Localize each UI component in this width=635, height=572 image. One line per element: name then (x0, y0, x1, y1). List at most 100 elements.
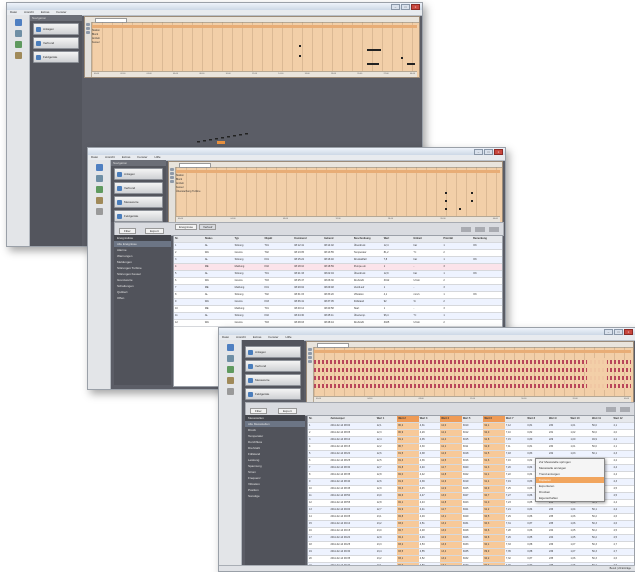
nav-button[interactable]: Feldgeräte (114, 210, 163, 222)
table-row[interactable]: 2 2011-02-14 08:05 12,3 80,9 4,29 12,2 3012 92,… (308, 430, 634, 437)
column-header[interactable]: Wert 7 (505, 416, 527, 422)
nav-button[interactable]: Feldgeräte (33, 51, 79, 63)
column-header[interactable]: Wert 11 (591, 416, 613, 422)
nav-button[interactable]: Anlagen (245, 346, 301, 358)
column-header[interactable]: Typ (234, 236, 264, 242)
sidebar-item[interactable] (219, 355, 241, 362)
context-menu-item[interactable]: Eigenschaften (536, 495, 604, 501)
column-header[interactable]: Zeitstempel (330, 416, 376, 422)
page-button[interactable] (461, 227, 471, 232)
home-icon[interactable] (170, 180, 174, 183)
page-button[interactable] (606, 407, 616, 412)
table-row[interactable]: 5 2011-02-14 08:20 12,6 81,5 4,38 12,6 3018 91,… (308, 451, 634, 458)
page-button[interactable] (475, 227, 485, 232)
column-header[interactable]: Wert 1 (376, 416, 398, 422)
pan-icon[interactable] (308, 352, 312, 355)
sidebar-item[interactable] (7, 19, 29, 26)
export-button[interactable]: Export (278, 408, 297, 414)
filter-icon[interactable] (170, 176, 174, 179)
pan-icon[interactable] (86, 27, 90, 30)
table-row[interactable]: 3 2011-02-14 08:10 12,4 81,2 4,35 12,4 3015 91,… (308, 437, 634, 444)
filter-icon[interactable] (86, 31, 90, 34)
export-button[interactable]: Export (145, 228, 164, 234)
column-header[interactable]: Wert 5 (462, 416, 484, 422)
table-row[interactable]: 4 2011-02-14 08:15 12,2 80,7 4,30 12,1 3011 91,… (308, 444, 634, 451)
table-row[interactable]: 1 AL Störung T01 08:12:41 08:14:02 Überdruck 12… (174, 243, 502, 250)
nav-button[interactable]: Verbund (245, 360, 301, 372)
column-header[interactable]: Wert 9 (548, 416, 570, 422)
home-icon[interactable] (308, 360, 312, 363)
event-marker[interactable] (401, 57, 403, 59)
table-row[interactable]: 10 ME Meldung T01 08:40:12 08:40:58 Start 1 - 3 (174, 306, 502, 313)
filter-button[interactable]: Filter (119, 228, 136, 234)
timeline-chart[interactable]: 00:00 04:00 08:00 12:00 16:00 20:00 00:0… (306, 341, 634, 403)
column-header[interactable]: Wert 8 (526, 416, 548, 422)
event-marker[interactable] (459, 208, 461, 210)
nav-button[interactable]: Anlagen (33, 23, 79, 35)
column-header[interactable]: Wert 4 (440, 416, 462, 422)
column-header[interactable]: Objekt (263, 236, 293, 242)
table-row[interactable]: 20 2011-02-14 09:35 13,2 83,1 4,52 13,2 3032 90… (308, 556, 634, 563)
nav-button[interactable]: Feldgeräte (245, 388, 301, 400)
table-row[interactable]: 14 2011-02-14 09:05 13,1 82,8 4,49 13,1 3029 90… (308, 514, 634, 521)
filter-button[interactable]: Filter (250, 408, 267, 414)
event-marker[interactable] (445, 192, 447, 194)
column-header[interactable]: Wert 6 (483, 416, 505, 422)
filter-icon[interactable] (308, 356, 312, 359)
column-header[interactable]: Priorität (442, 236, 472, 242)
sidebar-item[interactable] (219, 388, 241, 395)
column-header[interactable]: Gehend (323, 236, 353, 242)
sidebar-item[interactable] (219, 366, 241, 373)
page-button[interactable] (489, 227, 499, 232)
nav-button[interactable]: Anlagen (114, 168, 163, 180)
nav-button[interactable]: Verbund (114, 182, 163, 194)
table-row[interactable]: 18 2011-02-14 09:25 13,3 83,2 4,53 13,3 3033 90… (308, 542, 634, 549)
tree-item[interactable]: Offen (114, 295, 171, 301)
zoom-icon[interactable] (170, 168, 174, 171)
zoom-icon[interactable] (86, 23, 90, 26)
sidebar-item[interactable] (88, 186, 110, 193)
table-row[interactable]: 17 2011-02-14 09:20 12,9 82,4 4,46 12,9 3026 90… (308, 535, 634, 542)
column-header[interactable]: Wert 3 (419, 416, 441, 422)
event-marker[interactable] (299, 55, 301, 57)
event-bar[interactable] (367, 63, 379, 65)
table-row[interactable]: 19 2011-02-14 09:30 13,4 83,5 4,55 13,4 3035 89… (308, 549, 634, 556)
table-row[interactable]: 13 2011-02-14 09:00 12,7 81,9 4,41 12,7 3021 91… (308, 507, 634, 514)
column-header[interactable]: Einheit (413, 236, 443, 242)
table-row[interactable]: 4 ME Meldung K02 08:18:10 08:18:59 Pumpe ein 1 -… (174, 264, 502, 271)
table-row[interactable]: 9 WA Grenze K03 08:36:41 08:37:05 Füllstand 92%… (174, 299, 502, 306)
zoom-icon[interactable] (308, 348, 312, 351)
column-header[interactable]: Wert (383, 236, 413, 242)
table-row[interactable]: 8 AL Störung T02 08:31:15 08:33:20 Vibration 4,… (174, 292, 502, 299)
sidebar-item[interactable] (219, 344, 241, 351)
nav-button[interactable]: Verbund (33, 37, 79, 49)
table-row[interactable]: 15 2011-02-14 09:10 13,2 83,0 4,51 13,2 3031 90… (308, 521, 634, 528)
table-row[interactable]: 16 2011-02-14 09:15 13,0 82,7 4,48 13,0 3028 90… (308, 528, 634, 535)
table-row[interactable]: 1 2011-02-14 08:00 12,1 80,2 4,31 12,0 3010 92,… (308, 423, 634, 430)
event-marker[interactable] (299, 45, 301, 47)
column-header[interactable]: Wert 2 (397, 416, 419, 422)
table-row[interactable]: 12 WA Grenze T03 08:48:03 08:48:44 Drehzahl 302… (174, 320, 502, 327)
table-row[interactable]: 5 AL Störung T01 08:21:33 08:22:04 Überdruck 12… (174, 271, 502, 278)
nav-button[interactable]: Messwerte (114, 196, 163, 208)
column-header[interactable]: Bemerkung (472, 236, 502, 242)
page-button[interactable] (620, 407, 630, 412)
column-header[interactable]: Wert 12 (613, 416, 634, 422)
event-marker[interactable] (471, 200, 473, 202)
tree-item[interactable]: Sonstige (245, 493, 305, 499)
event-bar[interactable] (407, 63, 415, 65)
table-row[interactable]: 11 AL Störung K02 08:44:30 08:45:11 Übertemp. 9… (174, 313, 502, 320)
column-header[interactable]: Nr. (308, 416, 330, 422)
table-row[interactable]: 7 ME Meldung K01 08:29:02 08:29:48 Ventil auf 1… (174, 285, 502, 292)
column-header[interactable]: Wert 10 (569, 416, 591, 422)
nav-button[interactable]: Messwerte (245, 374, 301, 386)
event-bar[interactable] (367, 49, 381, 51)
column-header[interactable]: Kommend (293, 236, 323, 242)
sidebar-item[interactable] (7, 30, 29, 37)
event-marker[interactable] (471, 192, 473, 194)
column-header[interactable]: Beschreibung (353, 236, 383, 242)
sidebar-item[interactable] (88, 175, 110, 182)
table-row[interactable]: 6 WA Grenze T03 08:25:47 08:26:30 Drehzahl 3012… (174, 278, 502, 285)
timeline-chart[interactable]: Station Block Antrieb Kessel 00:00 02:00… (84, 16, 420, 78)
table-row[interactable]: 2 WA Grenze T02 08:13:05 08:13:55 Temperatur 81… (174, 250, 502, 257)
